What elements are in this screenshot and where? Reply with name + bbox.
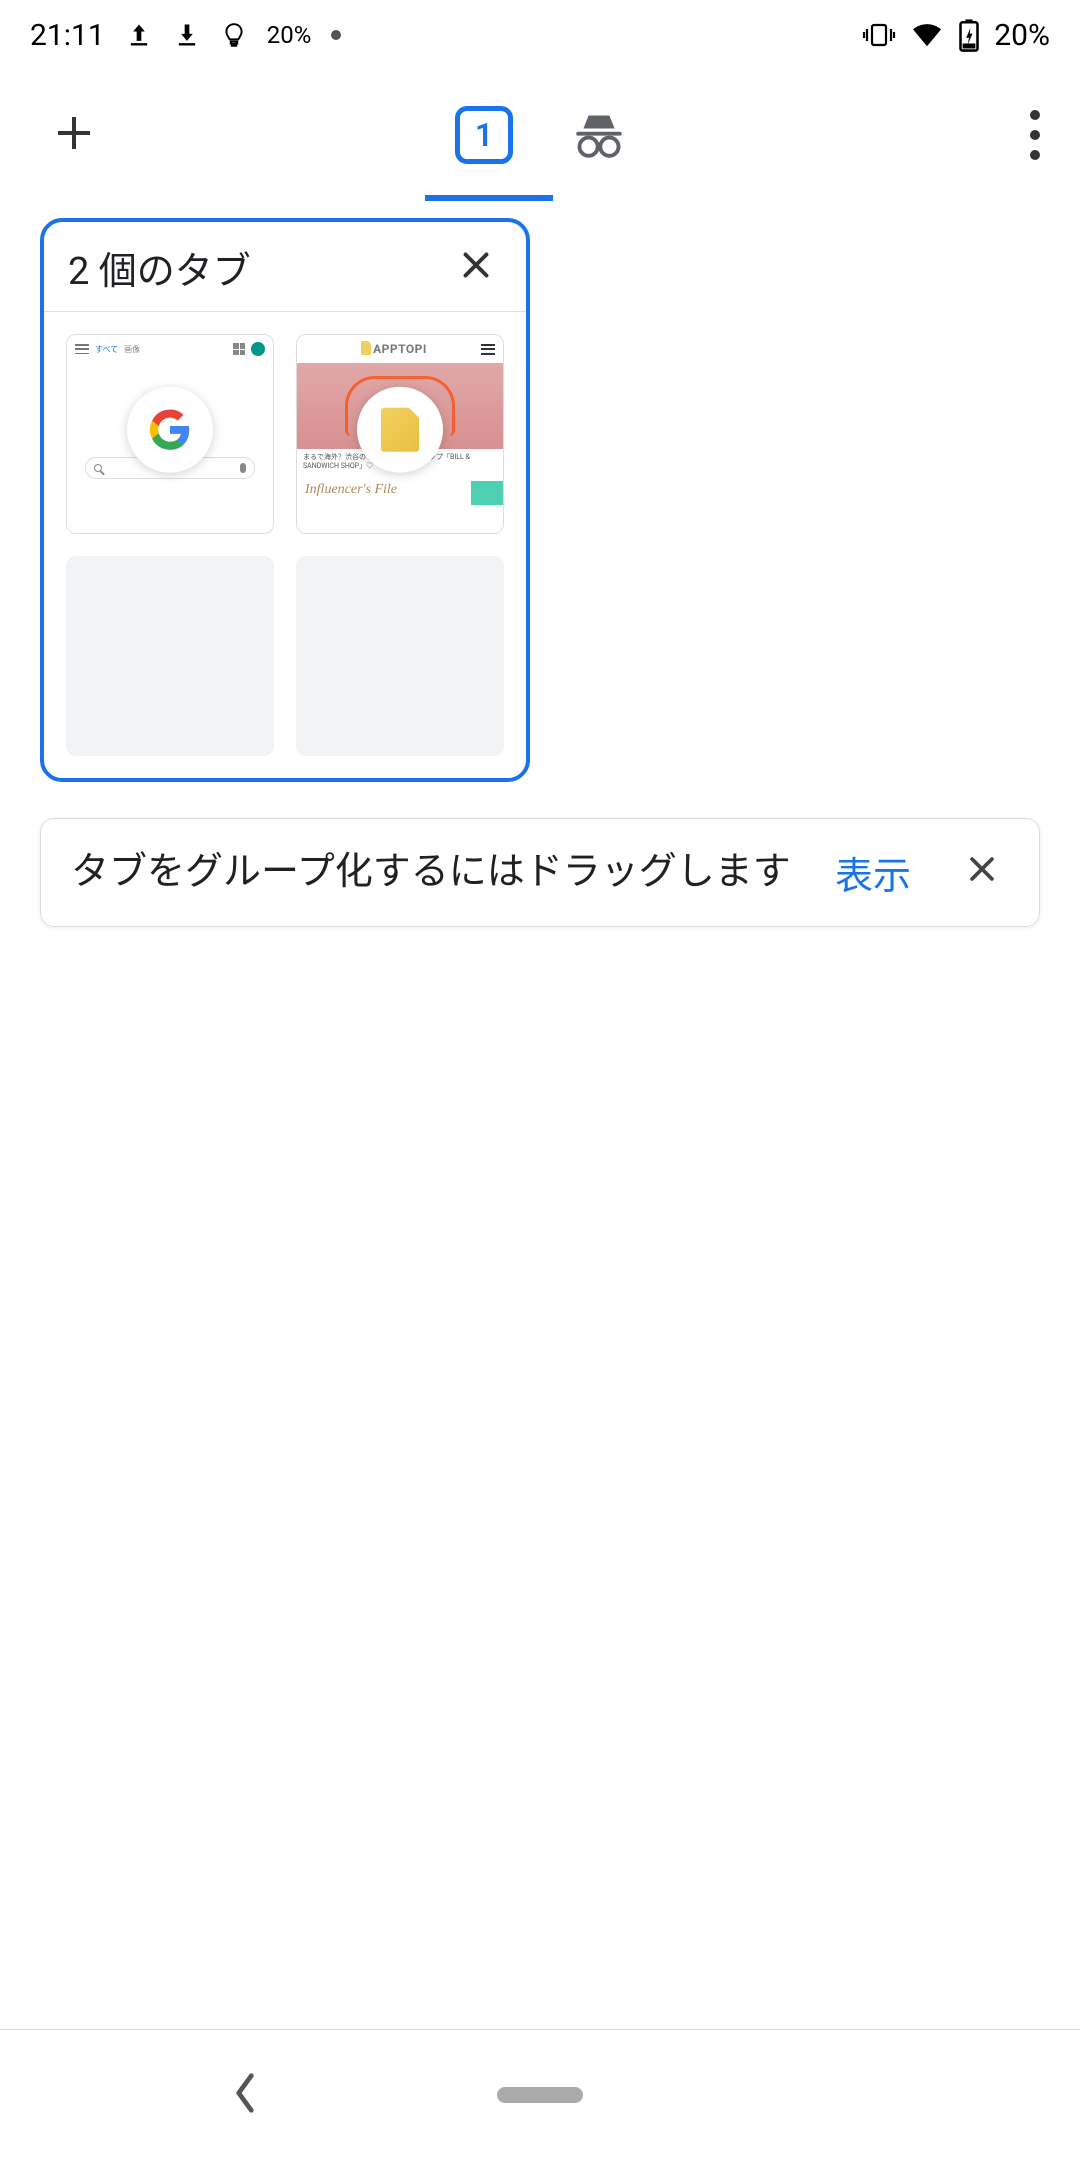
tab-group-title: 2 個のタブ bbox=[68, 240, 251, 295]
tab-grid-content: 2 個のタブ すべて 画像 Google bbox=[0, 200, 1080, 945]
active-tab-indicator bbox=[425, 195, 553, 201]
google-g-icon bbox=[148, 408, 192, 452]
nav-home-pill[interactable] bbox=[497, 2087, 583, 2103]
tab-thumbnail[interactable]: APPTOPI まるで海外？渋谷のサンドウィッチショップ「BILL & SAND… bbox=[296, 334, 504, 534]
incognito-icon bbox=[573, 110, 625, 160]
close-icon bbox=[458, 247, 494, 283]
hint-close-button[interactable] bbox=[955, 849, 1009, 896]
wifi-icon bbox=[910, 21, 944, 49]
status-bar: 21:11 20% 20% bbox=[0, 0, 1080, 70]
chevron-left-icon bbox=[230, 2071, 260, 2115]
hint-banner: タブをグループ化するにはドラッグします 表示 bbox=[40, 818, 1040, 927]
tab-favicon bbox=[357, 387, 443, 473]
tab-thumbnail[interactable]: すべて 画像 Google bbox=[66, 334, 274, 534]
status-battery-right-text: 20% bbox=[994, 18, 1050, 53]
close-icon bbox=[965, 852, 999, 886]
site-logo-text: APPTOPI bbox=[373, 342, 427, 356]
tab-group-card[interactable]: 2 個のタブ すべて 画像 Google bbox=[40, 218, 530, 782]
overflow-menu-button[interactable] bbox=[1020, 90, 1050, 180]
tab-favicon bbox=[127, 387, 213, 473]
lightbulb-icon bbox=[221, 20, 247, 50]
battery-icon bbox=[958, 18, 980, 52]
status-dot-icon bbox=[331, 30, 341, 40]
download-icon bbox=[173, 20, 201, 50]
tab-group-grid: すべて 画像 Google bbox=[44, 312, 526, 778]
new-tab-button[interactable] bbox=[30, 89, 118, 181]
avatar-icon bbox=[251, 342, 265, 356]
tab-count-label: 1 bbox=[475, 116, 493, 154]
grid-icon bbox=[233, 343, 245, 355]
hint-text: タブをグループ化するにはドラッグします bbox=[71, 845, 791, 900]
mini-tab-all: すべて bbox=[95, 344, 118, 355]
hint-show-button[interactable]: 表示 bbox=[811, 845, 935, 900]
nav-back-button[interactable] bbox=[230, 2071, 260, 2119]
vibrate-icon bbox=[862, 21, 896, 49]
mini-tab-images: 画像 bbox=[124, 344, 140, 355]
tab-group-header: 2 個のタブ bbox=[44, 222, 526, 311]
tab-thumbnail-placeholder bbox=[296, 556, 504, 756]
tabs-switcher-button[interactable]: 1 bbox=[455, 106, 513, 164]
status-battery-left-text: 20% bbox=[267, 21, 312, 49]
system-nav-bar bbox=[0, 2030, 1080, 2160]
close-tab-group-button[interactable] bbox=[450, 242, 502, 294]
browser-toolbar: 1 bbox=[0, 70, 1080, 200]
site-logo-icon bbox=[361, 341, 371, 355]
hamburger-icon bbox=[75, 344, 89, 354]
search-icon bbox=[94, 464, 102, 472]
hamburger-icon bbox=[481, 344, 495, 355]
note-icon bbox=[381, 408, 419, 452]
incognito-tabs-button[interactable] bbox=[573, 110, 625, 160]
upload-icon bbox=[125, 20, 153, 50]
status-time: 21:11 bbox=[30, 18, 105, 53]
tab-thumbnail-placeholder bbox=[66, 556, 274, 756]
mic-icon bbox=[240, 463, 246, 473]
section-banner: Influencer's File bbox=[297, 475, 503, 505]
